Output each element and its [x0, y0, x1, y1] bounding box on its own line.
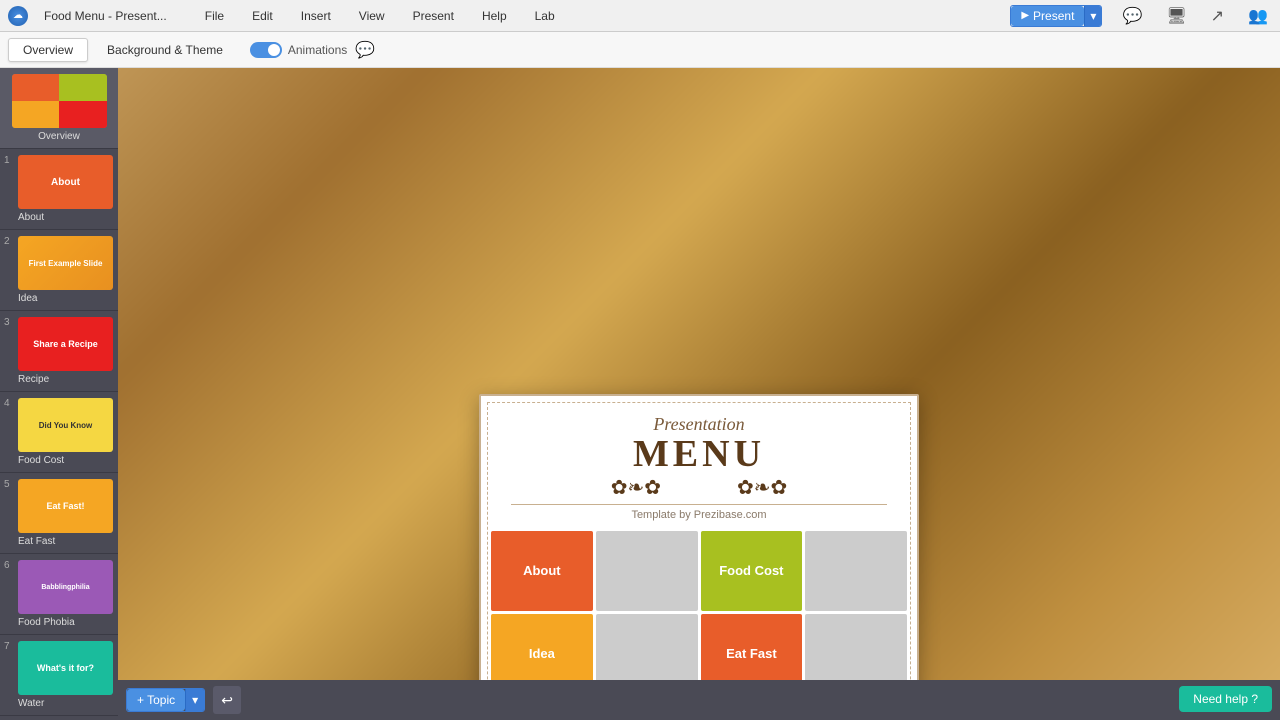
sidebar-item-about[interactable]: 1 About About [0, 149, 118, 230]
grid-label-eatfast: Eat Fast [722, 642, 781, 666]
present-button[interactable]: ▶ Present [1011, 6, 1084, 26]
slide-thumb-1: About [18, 155, 113, 209]
animations-toggle[interactable] [250, 42, 282, 58]
decor-right: ✿❧✿ [737, 475, 787, 500]
tab-background-theme[interactable]: Background & Theme [92, 38, 238, 62]
slide-thumb-7: What's it for? [18, 641, 113, 695]
slide-number-7: 7 [4, 641, 10, 652]
sidebar-item-water[interactable]: 7 What's it for? Water [0, 635, 118, 716]
slide-number-3: 3 [4, 317, 10, 328]
help-button[interactable]: Need help ? [1179, 686, 1272, 712]
sidebar-item-recipe[interactable]: 3 Share a Recipe Recipe [0, 311, 118, 392]
present-dropdown-arrow[interactable]: ▾ [1084, 6, 1101, 26]
slide-thumb-3: Share a Recipe [18, 317, 113, 371]
menu-file[interactable]: File [199, 7, 230, 25]
card-decorations: ✿❧✿ ✿❧✿ [491, 475, 907, 500]
slide-label-3: Recipe [18, 374, 110, 385]
main-area: Overview 1 About About 2 First Example S… [0, 68, 1280, 720]
grid-label-idea: Idea [525, 642, 559, 666]
slide-label-6: Food Phobia [18, 617, 110, 628]
add-topic-group: + Topic ▾ [126, 688, 205, 712]
slide-thumb-6: Babblingphilia [18, 560, 113, 614]
card-header: Presentation MENU ✿❧✿ ✿❧✿ Template by Pr… [491, 406, 907, 531]
slide-number-4: 4 [4, 398, 10, 409]
titlebar: Food Menu - Present... File Edit Insert … [0, 0, 1280, 32]
grid-cell-about[interactable]: About [491, 531, 593, 611]
comment-icon[interactable]: 💬 [1122, 6, 1142, 26]
animations-toggle-group: Animations [250, 42, 347, 58]
sidebar-item-idea[interactable]: 2 First Example Slide Idea [0, 230, 118, 311]
card-menu-text: MENU [491, 435, 907, 473]
canvas-area: Presentation MENU ✿❧✿ ✿❧✿ Template by Pr… [118, 68, 1280, 720]
grid-cell-photo-salad [596, 531, 698, 611]
slide-number-6: 6 [4, 560, 10, 571]
undo-button[interactable]: ↩ [213, 686, 241, 714]
slide-number-2: 2 [4, 236, 10, 247]
sidebar-item-foodphobia[interactable]: 6 Babblingphilia Food Phobia [0, 554, 118, 635]
menu-lab[interactable]: Lab [529, 7, 561, 25]
sidebar-item-foodcost[interactable]: 4 Did You Know Food Cost [0, 392, 118, 473]
overview-label: Overview [38, 131, 80, 142]
slide-label-4: Food Cost [18, 455, 110, 466]
card-divider [511, 504, 887, 505]
card-presentation-text: Presentation [491, 414, 907, 435]
add-topic-button[interactable]: + Topic [127, 689, 185, 711]
overview-thumbnail [12, 74, 107, 128]
grid-cell-foodcost[interactable]: Food Cost [701, 531, 803, 611]
slide-thumb-4: Did You Know [18, 398, 113, 452]
menu-insert[interactable]: Insert [295, 7, 337, 25]
sidebar-item-eatfast[interactable]: 5 Eat Fast! Eat Fast [0, 473, 118, 554]
menu-present[interactable]: Present [407, 7, 460, 25]
window-title: Food Menu - Present... [44, 9, 167, 23]
decor-left: ✿❧✿ [611, 475, 661, 500]
grid-cell-photo-burger [805, 531, 907, 611]
bottom-bar: + Topic ▾ ↩ [118, 680, 1280, 720]
menu-help[interactable]: Help [476, 7, 513, 25]
slide-label-1: About [18, 212, 110, 223]
slide-label-2: Idea [18, 293, 110, 304]
sidebar-item-overview[interactable]: Overview [0, 68, 118, 149]
tab-overview[interactable]: Overview [8, 38, 88, 62]
share-icon[interactable]: ↗ [1211, 6, 1224, 26]
users-icon[interactable]: 👥 [1248, 6, 1268, 26]
sidebar: Overview 1 About About 2 First Example S… [0, 68, 118, 720]
grid-label-foodcost: Food Cost [715, 559, 787, 583]
toolbar: Overview Background & Theme Animations 💬 [0, 32, 1280, 68]
present-button-group: ▶ Present ▾ [1010, 5, 1102, 27]
slide-label-5: Eat Fast [18, 536, 110, 547]
app-logo-icon [8, 6, 28, 26]
grid-label-about: About [519, 559, 565, 583]
slide-number-5: 5 [4, 479, 10, 490]
comment-bubble-icon[interactable]: 💬 [355, 40, 375, 60]
slide-thumb-5: Eat Fast! [18, 479, 113, 533]
sidebar-item-eatout[interactable]: 8 Outdoor Eating Eat Out [0, 716, 118, 720]
screen-icon[interactable]: 🖥 [1166, 6, 1186, 26]
animations-label: Animations [288, 43, 347, 57]
menu-view[interactable]: View [353, 7, 391, 25]
slide-thumb-2: First Example Slide [18, 236, 113, 290]
slide-number-1: 1 [4, 155, 10, 166]
slide-label-7: Water [18, 698, 110, 709]
card-template-credit: Template by Prezibase.com [491, 509, 907, 521]
menu-card: Presentation MENU ✿❧✿ ✿❧✿ Template by Pr… [479, 394, 919, 720]
menu-edit[interactable]: Edit [246, 7, 279, 25]
add-topic-dropdown[interactable]: ▾ [185, 689, 204, 711]
